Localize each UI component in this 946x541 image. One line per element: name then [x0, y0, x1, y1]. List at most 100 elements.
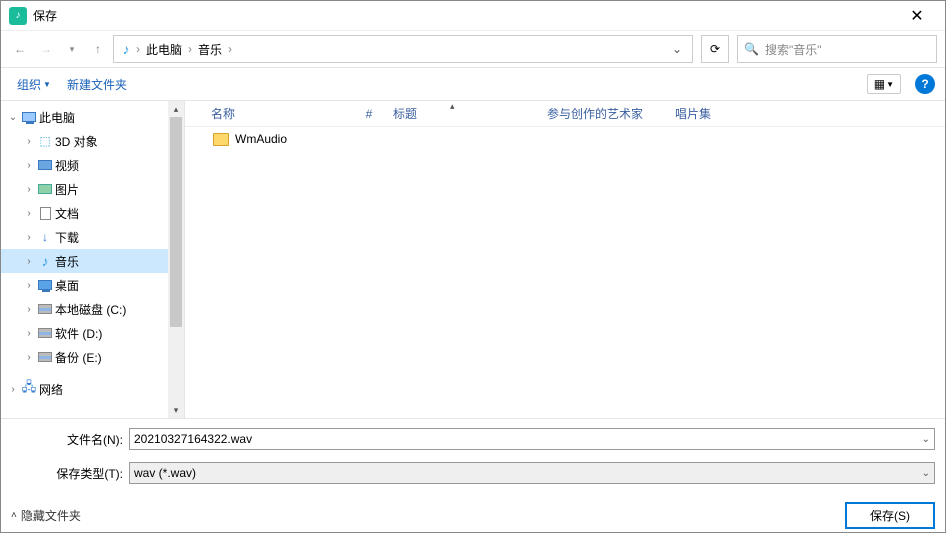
col-title[interactable]: 标题 — [385, 105, 539, 122]
music-icon: ♪ — [118, 41, 134, 57]
path-segment[interactable]: 音乐 — [194, 39, 226, 60]
expand-icon[interactable]: › — [23, 280, 35, 291]
window-title: 保存 — [33, 7, 897, 24]
cube3d-icon: ⬚ — [37, 133, 53, 149]
pc-icon — [21, 109, 37, 125]
close-button[interactable]: ✕ — [897, 6, 937, 26]
app-icon: ♪ — [9, 7, 27, 25]
dropdown-icon[interactable]: ⌄ — [922, 434, 930, 445]
tree-item[interactable]: › 软件 (D:) — [1, 321, 184, 345]
scroll-thumb[interactable] — [170, 117, 182, 327]
bottom-panel: 文件名(N): 20210327164322.wav ⌄ 保存类型(T): wa… — [1, 418, 945, 541]
path-dropdown-icon[interactable]: ⌄ — [666, 42, 688, 56]
dropdown-icon: ▼ — [43, 80, 51, 89]
tree-label: 3D 对象 — [55, 133, 98, 150]
address-bar[interactable]: ♪ › 此电脑 › 音乐 › ⌄ — [113, 35, 693, 63]
tree-item[interactable]: › 视频 — [1, 153, 184, 177]
tree-label: 文档 — [55, 205, 79, 222]
tree-label: 网络 — [39, 381, 63, 398]
file-name: WmAudio — [235, 132, 287, 146]
tree-label: 备份 (E:) — [55, 349, 102, 366]
filetype-select[interactable]: wav (*.wav) ⌄ — [129, 462, 935, 484]
tree-item[interactable]: › 本地磁盘 (C:) — [1, 297, 184, 321]
collapse-icon[interactable]: ⌄ — [7, 112, 19, 123]
help-button[interactable]: ? — [915, 74, 935, 94]
tree-label: 视频 — [55, 157, 79, 174]
file-row[interactable]: WmAudio — [185, 127, 945, 151]
expand-icon[interactable]: › — [23, 232, 35, 243]
organize-button[interactable]: 组织 ▼ — [11, 72, 57, 97]
tree-label: 软件 (D:) — [55, 325, 102, 342]
recent-dropdown[interactable]: ▾ — [61, 38, 83, 60]
dropdown-icon[interactable]: ⌄ — [922, 468, 930, 479]
tree-label: 桌面 — [55, 277, 79, 294]
path-segment[interactable]: 此电脑 — [142, 39, 186, 60]
tree-item-network[interactable]: › 🖧 网络 — [1, 377, 184, 401]
tree-label: 下载 — [55, 229, 79, 246]
col-name[interactable]: 名称 — [203, 105, 353, 122]
search-icon: 🔍 — [744, 42, 759, 56]
search-placeholder: 搜索"音乐" — [765, 41, 822, 58]
tree-item[interactable]: ›♪音乐 — [1, 249, 184, 273]
expand-icon[interactable]: › — [7, 384, 19, 395]
expand-icon[interactable]: › — [23, 136, 35, 147]
path-separator-icon: › — [188, 42, 192, 56]
tree-item-this-pc[interactable]: ⌄ 此电脑 — [1, 105, 184, 129]
path-separator-icon: › — [228, 42, 232, 56]
scroll-up-icon[interactable]: ▴ — [168, 101, 184, 117]
filename-value: 20210327164322.wav — [134, 432, 252, 446]
search-input[interactable]: 🔍 搜索"音乐" — [737, 35, 937, 63]
pic-icon — [37, 181, 53, 197]
sort-indicator-icon: ▴ — [450, 101, 455, 112]
hide-folders-label: 隐藏文件夹 — [21, 507, 81, 524]
hide-folders-button[interactable]: ˄ 隐藏文件夹 — [11, 507, 81, 524]
chevron-up-icon: ˄ — [11, 510, 17, 521]
view-mode-button[interactable]: ▦ ▼ — [867, 74, 901, 94]
folder-tree: ⌄ 此电脑 ›⬚3D 对象›视频›图片›文档›↓下载›♪音乐›桌面›本地磁盘 (… — [1, 101, 185, 418]
expand-icon[interactable]: › — [23, 304, 35, 315]
expand-icon[interactable]: › — [23, 208, 35, 219]
tree-item[interactable]: › 桌面 — [1, 273, 184, 297]
titlebar: ♪ 保存 ✕ — [1, 1, 945, 31]
dropdown-icon: ▼ — [886, 80, 894, 89]
col-album[interactable]: 唱片集 — [667, 105, 727, 122]
network-icon: 🖧 — [21, 381, 37, 397]
col-artist[interactable]: 参与创作的艺术家 — [539, 105, 667, 122]
expand-icon[interactable]: › — [23, 328, 35, 339]
dl-icon: ↓ — [37, 229, 53, 245]
tree-item[interactable]: ›图片 — [1, 177, 184, 201]
tree-item[interactable]: › 备份 (E:) — [1, 345, 184, 369]
desk-icon — [37, 277, 53, 293]
folder-icon — [213, 133, 229, 146]
filename-row: 文件名(N): 20210327164322.wav ⌄ — [11, 425, 935, 453]
body: ⌄ 此电脑 ›⬚3D 对象›视频›图片›文档›↓下载›♪音乐›桌面›本地磁盘 (… — [1, 101, 945, 418]
col-num[interactable]: # — [353, 107, 385, 121]
expand-icon[interactable]: › — [23, 160, 35, 171]
refresh-button[interactable]: ⟳ — [701, 35, 729, 63]
tree-label: 此电脑 — [39, 109, 75, 126]
save-button[interactable]: 保存(S) — [845, 502, 935, 529]
filename-input[interactable]: 20210327164322.wav ⌄ — [129, 428, 935, 450]
expand-icon[interactable]: › — [23, 184, 35, 195]
forward-button[interactable]: → — [35, 38, 57, 60]
up-button[interactable]: ↑ — [87, 38, 109, 60]
video-icon — [37, 157, 53, 173]
tree-scrollbar[interactable]: ▴ ▾ — [168, 101, 184, 418]
new-folder-button[interactable]: 新建文件夹 — [61, 72, 133, 97]
tree-item[interactable]: ›↓下载 — [1, 225, 184, 249]
expand-icon[interactable]: › — [23, 256, 35, 267]
tree-label: 音乐 — [55, 253, 79, 270]
disk-icon — [37, 325, 53, 341]
tree-item[interactable]: › 文档 — [1, 201, 184, 225]
filetype-label: 保存类型(T): — [11, 465, 129, 482]
filetype-row: 保存类型(T): wav (*.wav) ⌄ — [11, 459, 935, 487]
tree-item[interactable]: ›⬚3D 对象 — [1, 129, 184, 153]
nav-row: ← → ▾ ↑ ♪ › 此电脑 › 音乐 › ⌄ ⟳ 🔍 搜索"音乐" — [1, 31, 945, 67]
back-button[interactable]: ← — [9, 38, 31, 60]
view-icon: ▦ — [874, 77, 883, 91]
file-list: ▴ 名称 # 标题 参与创作的艺术家 唱片集 WmAudio — [185, 101, 945, 418]
tree-label: 本地磁盘 (C:) — [55, 301, 126, 318]
expand-icon[interactable]: › — [23, 352, 35, 363]
disk-icon — [37, 301, 53, 317]
scroll-down-icon[interactable]: ▾ — [168, 402, 184, 418]
